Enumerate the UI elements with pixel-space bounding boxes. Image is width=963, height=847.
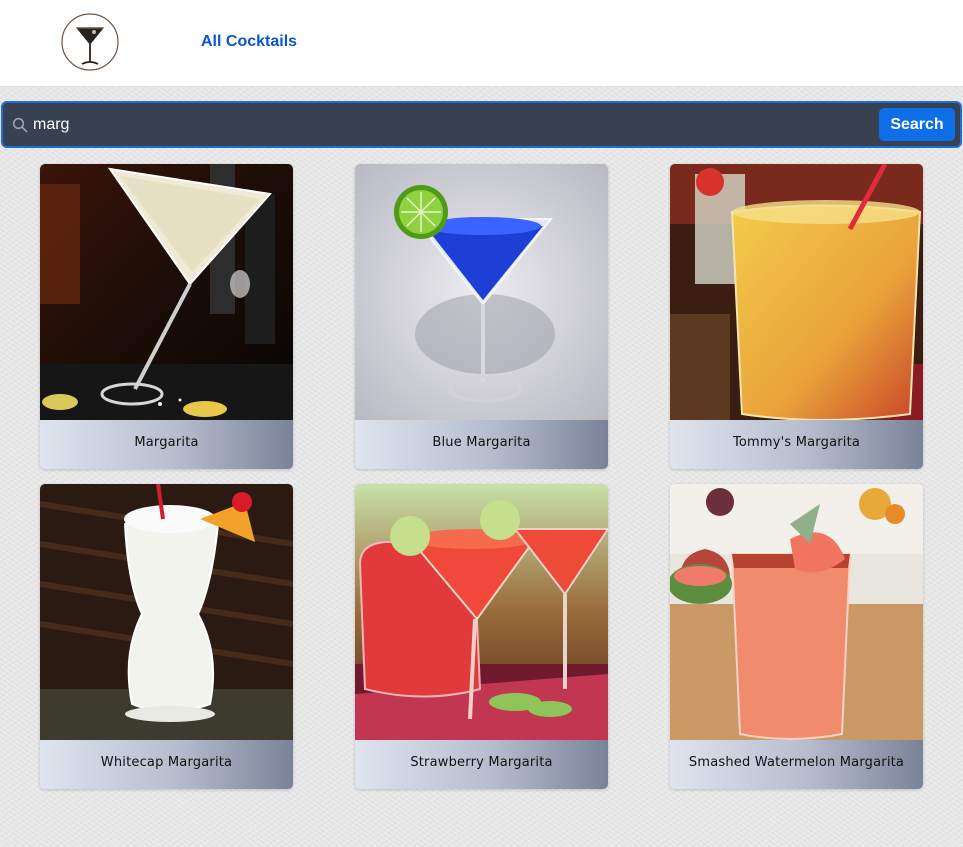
whitecap-margarita-photo <box>40 484 293 740</box>
all-cocktails-link[interactable]: All Cocktails <box>201 33 297 51</box>
cocktail-card-blue-margarita[interactable]: Blue Margarita <box>355 164 608 469</box>
strawberry-margarita-photo <box>355 484 608 740</box>
cocktail-name: Blue Margarita <box>355 420 608 469</box>
cocktail-name: Strawberry Margarita <box>355 740 608 789</box>
cocktail-name: Tommy's Margarita <box>670 420 923 469</box>
cocktail-card-whitecap-margarita[interactable]: Whitecap Margarita <box>40 484 293 789</box>
cocktail-name: Smashed Watermelon Margarita <box>670 740 923 789</box>
search-bar: Search <box>1 101 962 148</box>
search-button[interactable]: Search <box>879 108 955 141</box>
search-input[interactable] <box>33 111 873 139</box>
tommys-margarita-photo <box>670 164 923 420</box>
smashed-watermelon-margarita-photo <box>670 484 923 740</box>
cocktail-name: Margarita <box>40 420 293 469</box>
cocktail-card-tommys-margarita[interactable]: Tommy's Margarita <box>670 164 923 469</box>
blue-margarita-photo <box>355 164 608 420</box>
cocktail-name: Whitecap Margarita <box>40 740 293 789</box>
navbar: All Cocktails <box>0 0 963 87</box>
margarita-photo <box>40 164 293 420</box>
martini-glass-logo[interactable] <box>61 13 119 71</box>
search-icon <box>12 117 28 133</box>
cocktail-card-strawberry-margarita[interactable]: Strawberry Margarita <box>355 484 608 789</box>
cocktail-card-smashed-watermelon-margarita[interactable]: Smashed Watermelon Margarita <box>670 484 923 789</box>
cocktail-card-margarita[interactable]: Margarita <box>40 164 293 469</box>
